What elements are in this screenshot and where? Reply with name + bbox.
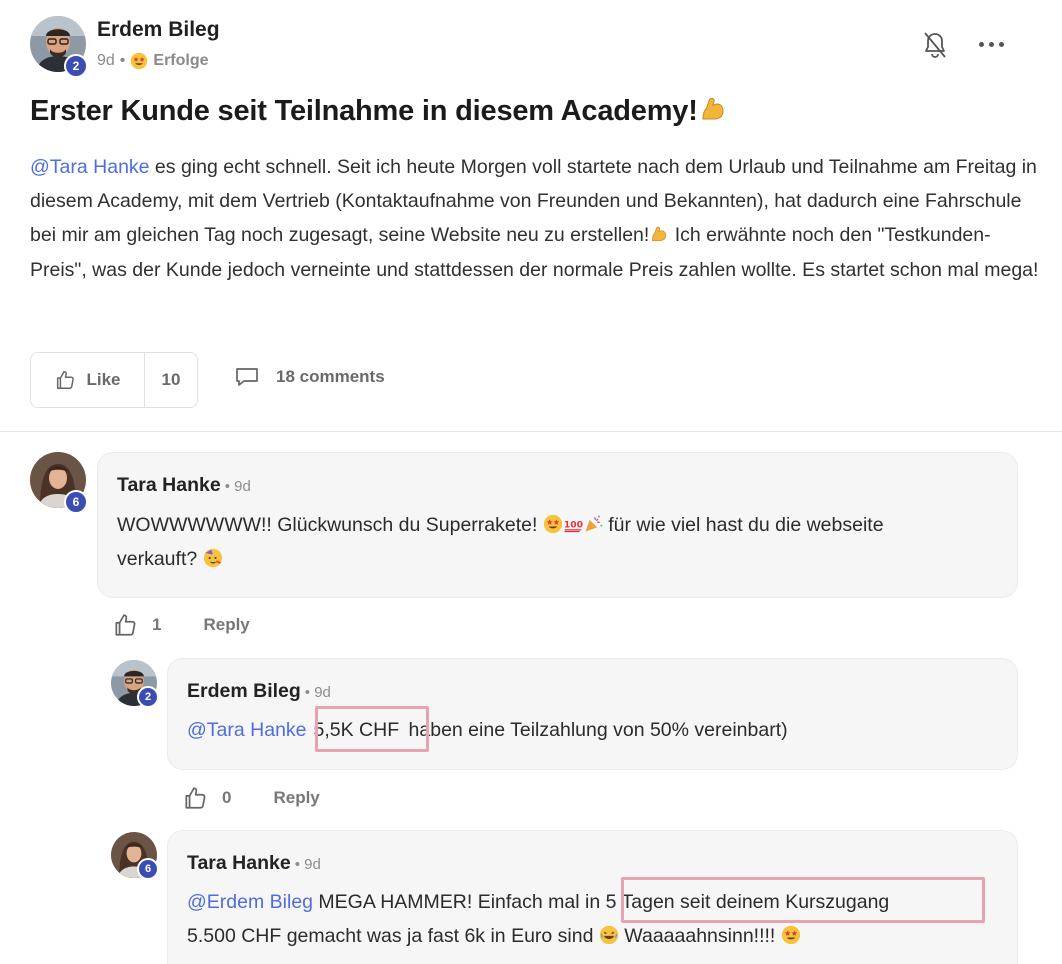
post-time: 9d — [97, 52, 115, 69]
comment-time: • 9d — [294, 856, 321, 873]
bell-off-icon[interactable] — [922, 30, 948, 60]
mention-link[interactable]: @Tara Hanke — [187, 719, 307, 741]
mention-link[interactable]: @Erdem Bileg — [187, 891, 313, 913]
post-title-text: Erster Kunde seit Teilnahme in diesem Ac… — [30, 95, 698, 127]
comment-icon — [236, 368, 258, 386]
comment-author: Tara Hanke • 9d — [187, 852, 321, 875]
comment-actions: 0 Reply — [182, 785, 320, 811]
like-control: Like 10 — [30, 352, 198, 408]
comments-button[interactable]: 18 comments — [234, 366, 385, 388]
thumbs-up-icon[interactable] — [182, 785, 208, 811]
comment-avatar[interactable]: 6 — [30, 452, 88, 514]
comment-avatar[interactable]: 2 — [111, 660, 159, 708]
comment-actions: 1 Reply — [112, 612, 250, 638]
comment-like-count: 0 — [222, 788, 232, 807]
comment-text: WOWWWWWW!! Glückwunsch du Superrakete! f… — [117, 508, 997, 576]
comment-author: Erdem Bileg • 9d — [187, 680, 331, 703]
author-avatar[interactable]: 2 — [30, 16, 88, 78]
reply-button[interactable]: Reply — [273, 788, 319, 808]
star-struck-emoji — [130, 52, 148, 70]
comment-text-part: haben eine Teilzahlung von 50% vereinbar… — [403, 719, 788, 741]
more-icon[interactable] — [976, 34, 1006, 54]
comment-author-name[interactable]: Tara Hanke — [187, 852, 291, 874]
divider — [0, 431, 1062, 432]
laughing-emoji — [599, 925, 619, 945]
meta-separator: • — [119, 52, 126, 69]
thumbs-up-icon[interactable] — [112, 612, 138, 638]
comments-label: 18 comments — [276, 367, 385, 386]
like-button[interactable]: Like — [31, 353, 145, 407]
comment-avatar[interactable]: 6 — [111, 832, 159, 880]
comment-time: • 9d — [224, 478, 251, 495]
flexed-biceps-emoji — [698, 94, 728, 124]
comment-text: @Tara Hanke 5,5K CHF haben eine Teilzahlu… — [187, 713, 1007, 747]
comment-text-part: WOWWWWWW!! Glückwunsch du Superrakete! — [117, 514, 543, 536]
post-body: @Tara Hanke es ging echt schnell. Seit i… — [30, 150, 1040, 287]
level-badge: 6 — [137, 858, 159, 880]
star-struck-emoji — [543, 514, 563, 534]
post-meta: 9d • Erfolge — [97, 52, 209, 70]
mention-link[interactable]: @Tara Hanke — [30, 156, 150, 178]
like-label: Like — [86, 370, 121, 389]
reply-button[interactable]: Reply — [203, 615, 249, 635]
comment-like-count: 1 — [152, 615, 162, 634]
partying-face-emoji — [203, 548, 223, 568]
post-title: Erster Kunde seit Teilnahme in diesem Ac… — [30, 94, 728, 128]
category-link[interactable]: Erfolge — [153, 52, 208, 70]
comment-author: Tara Hanke • 9d — [117, 474, 251, 497]
comment-text: @Erdem Bileg MEGA HAMMER! Einfach mal in… — [187, 885, 1007, 953]
comment-text-part: Waaaaahnsinn!!!! — [618, 925, 781, 947]
comment-text-part: für wie viel hast du die webseite — [602, 514, 884, 536]
highlighted-amount: 5,5K CHF — [313, 719, 400, 741]
star-struck-emoji — [781, 925, 801, 945]
highlighted-text: in 5 Tagen seit deinem Kurszugang — [585, 891, 890, 913]
level-badge: 6 — [64, 490, 88, 514]
hundred-emoji — [563, 514, 583, 534]
comment-author-name[interactable]: Tara Hanke — [117, 474, 221, 496]
comment-text-part: MEGA HAMMER! Einfach mal — [313, 891, 585, 913]
flexed-biceps-emoji — [649, 224, 669, 244]
comment-text-part: verkauft? — [117, 548, 203, 570]
party-popper-emoji — [583, 514, 603, 534]
comment-text-part: 5.500 CHF gemacht was ja fast 6k in Euro… — [187, 925, 599, 947]
thumbs-up-icon — [54, 369, 76, 391]
comment-author-name[interactable]: Erdem Bileg — [187, 680, 301, 702]
like-count[interactable]: 10 — [145, 353, 197, 407]
comment-time: • 9d — [304, 684, 331, 701]
level-badge: 2 — [137, 686, 159, 708]
level-badge: 2 — [64, 54, 88, 78]
author-name[interactable]: Erdem Bileg — [97, 18, 220, 42]
